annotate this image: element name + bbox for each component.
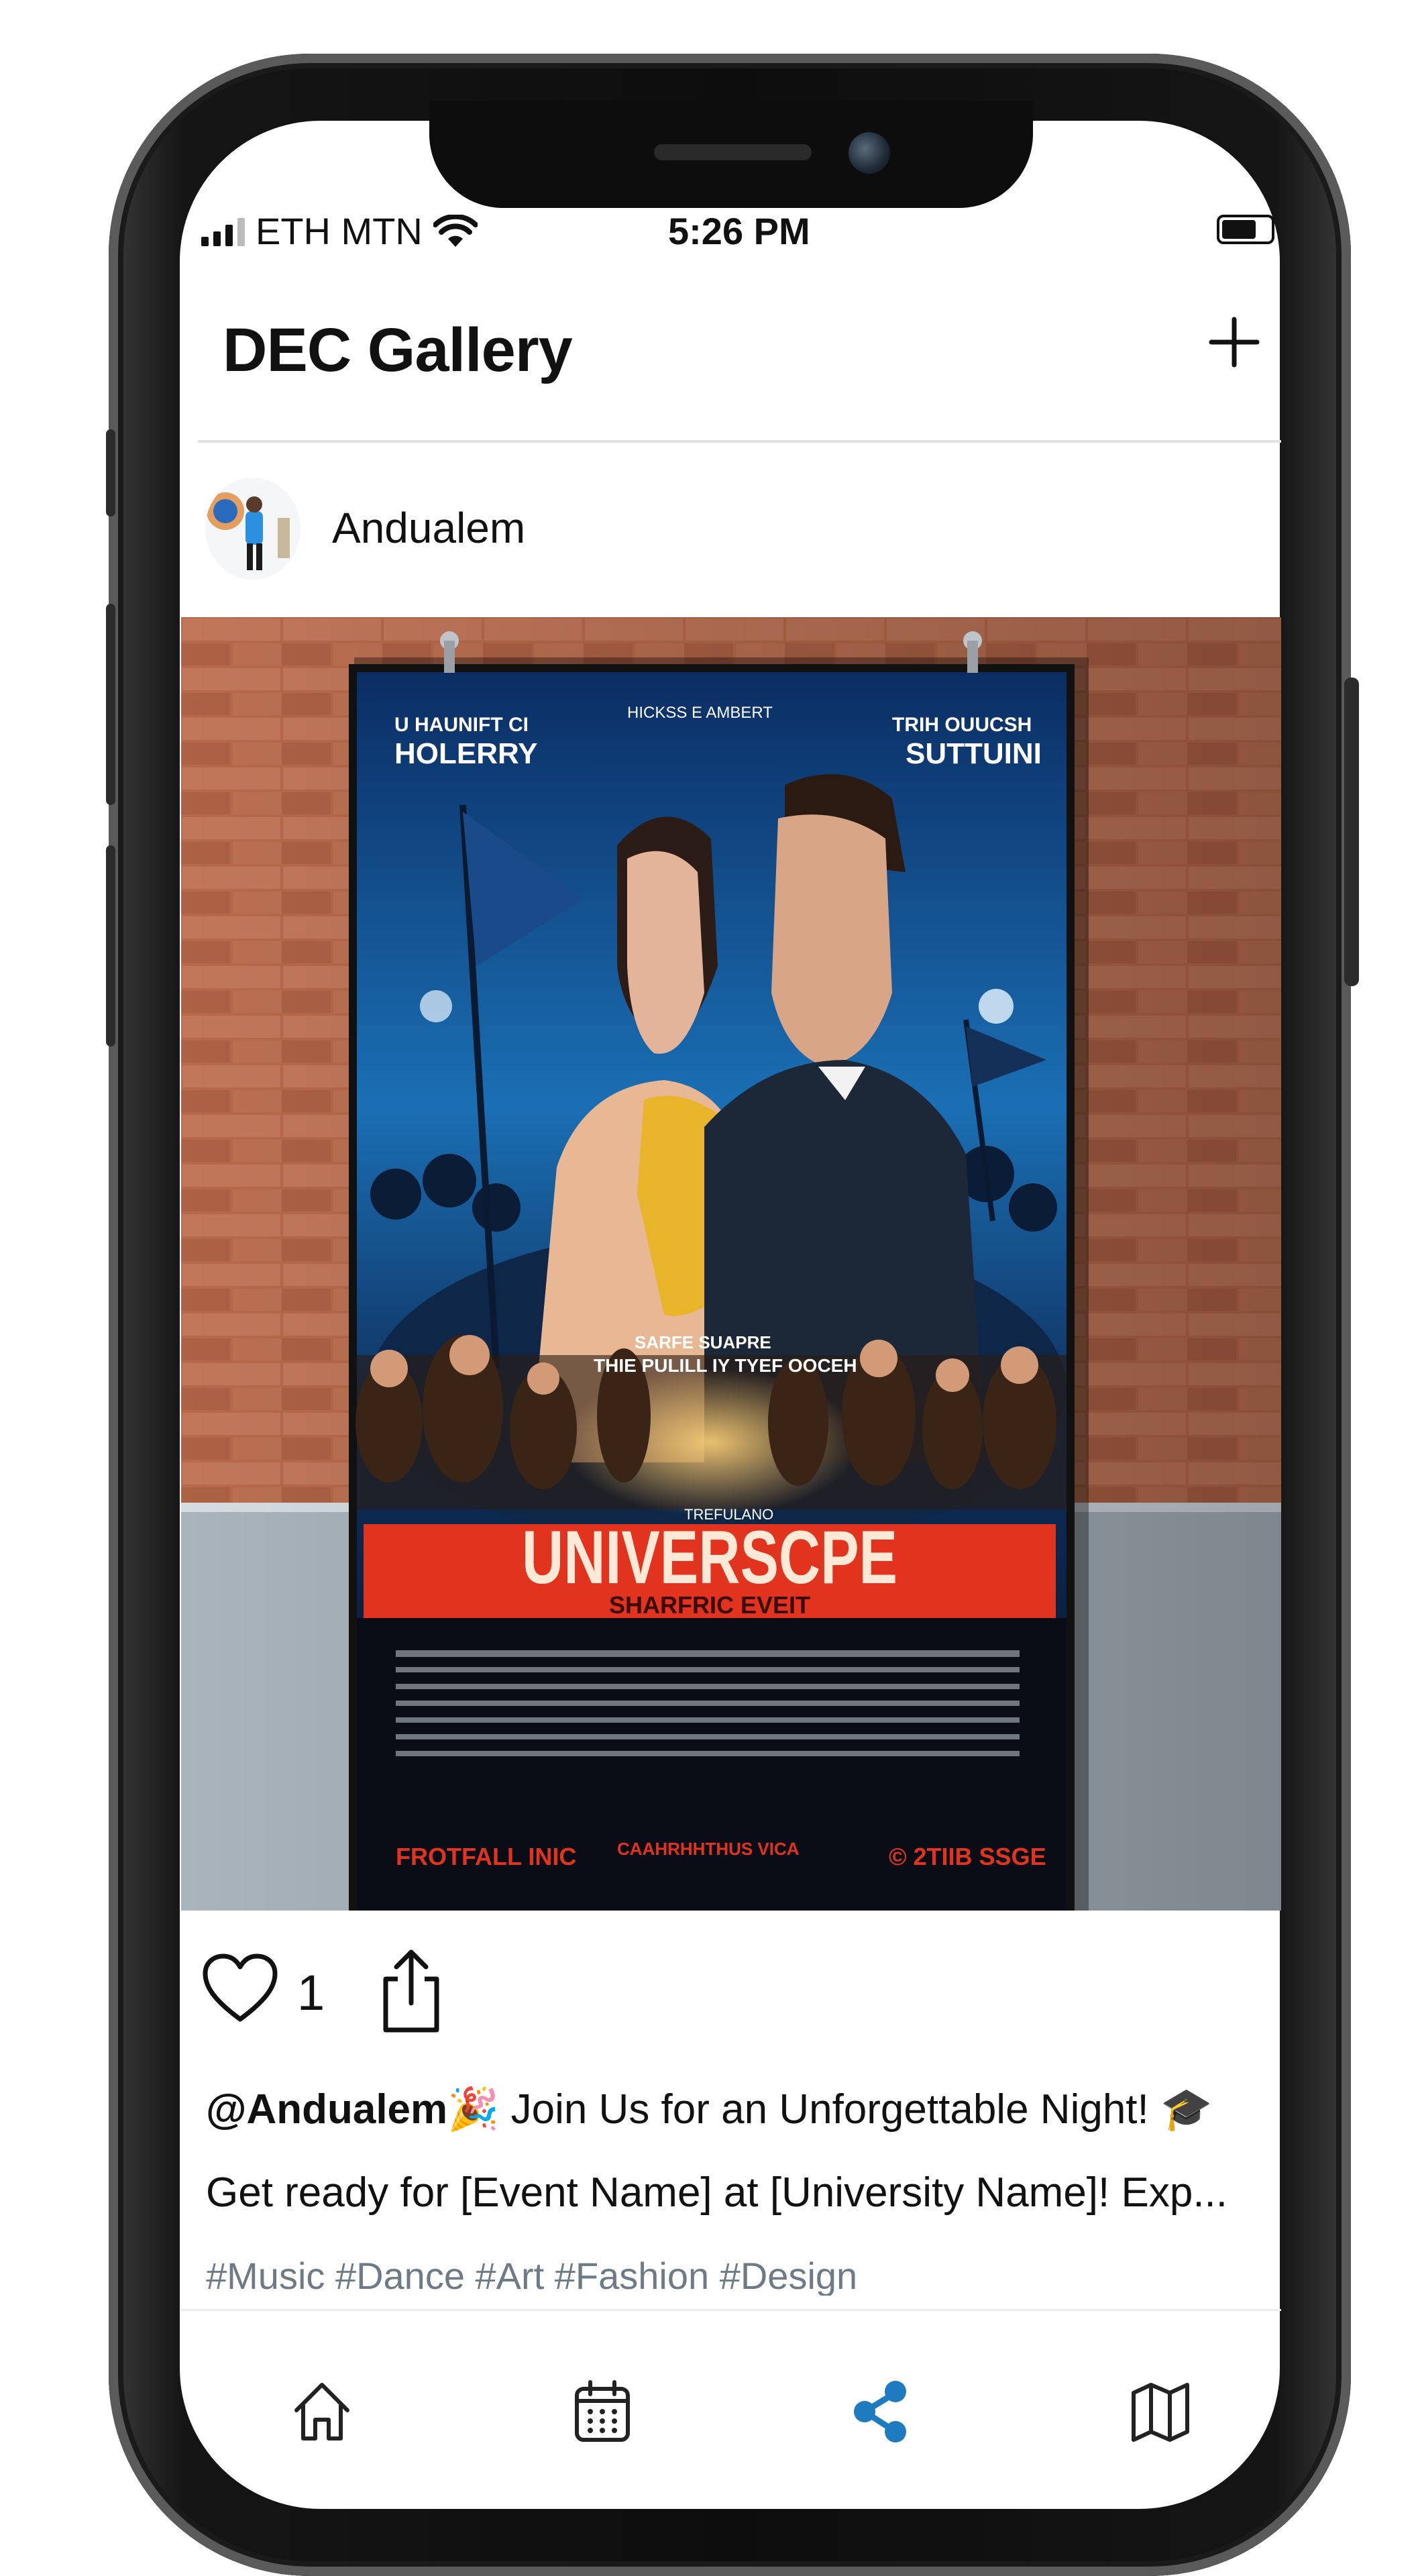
post-hashtags[interactable]: #Music #Dance #Art #Fashion #Design xyxy=(206,2254,1279,2296)
poster-footer-left: FROTFALL INIC xyxy=(396,1843,576,1870)
poster-text-mid-1: SARFE SUAPRE xyxy=(635,1332,771,1352)
signal-icon xyxy=(201,217,245,246)
poster-text-top-right-1: TRIH OUUCSH xyxy=(892,714,1032,736)
share-icon[interactable] xyxy=(847,2378,914,2445)
poster-text-top-center: HICKSS E AMBERT xyxy=(627,704,773,722)
page-title: DEC Gallery xyxy=(223,316,573,384)
header-divider xyxy=(198,440,1281,443)
calendar-icon[interactable] xyxy=(569,2378,636,2445)
post-description[interactable]: Get ready for [Event Name] at [Universit… xyxy=(206,2169,1272,2216)
poster-text-top-right-2: SUTTUINI xyxy=(906,737,1042,770)
volume-up-button xyxy=(106,604,115,805)
poster-footer-center: CAAHRHHTHUS VICA xyxy=(617,1839,800,1859)
post-caption: @Andualem🎉 Join Us for an Unforgettable … xyxy=(206,2085,1279,2134)
heart-icon[interactable] xyxy=(201,1952,279,2026)
wifi-icon xyxy=(433,214,478,247)
post-image[interactable]: U HAUNIFT CI HOLERRY HICKSS E AMBERT TRI… xyxy=(181,617,1281,1911)
app-header: DEC Gallery xyxy=(201,295,1274,409)
battery-icon xyxy=(1217,215,1274,244)
poster-banner-subtitle: SHARFRIC EVEIT xyxy=(609,1591,810,1619)
home-icon[interactable] xyxy=(288,2378,356,2445)
speaker xyxy=(654,144,812,160)
front-camera xyxy=(849,132,890,174)
power-button xyxy=(1344,678,1359,986)
plus-icon[interactable] xyxy=(1207,315,1261,369)
caption-handle[interactable]: @Andualem xyxy=(206,2086,447,2133)
tabbar-divider xyxy=(181,2309,1281,2311)
like-count: 1 xyxy=(297,1965,325,2021)
post-author-row[interactable]: Andualem xyxy=(201,476,1274,590)
caption-text: 🎉 Join Us for an Unforgettable Night! 🎓 xyxy=(447,2086,1213,2133)
poster-text-top-left-2: HOLERRY xyxy=(394,737,538,770)
volume-down-button xyxy=(106,845,115,1046)
map-icon[interactable] xyxy=(1127,2378,1194,2445)
carrier-group: ETH MTN xyxy=(201,209,478,253)
status-bar: ETH MTN 5:26 PM xyxy=(201,201,1274,255)
mute-switch xyxy=(106,429,115,517)
poster-text-top-left-1: U HAUNIFT CI xyxy=(394,714,529,736)
avatar[interactable] xyxy=(205,478,301,580)
status-time: 5:26 PM xyxy=(668,210,810,252)
share-upload-icon[interactable] xyxy=(378,1947,445,2034)
poster-footer-right: © 2TIIB SSGE xyxy=(889,1843,1046,1870)
poster-banner-title: UNIVERSCPE xyxy=(522,1515,897,1599)
carrier-name: ETH MTN xyxy=(256,210,423,252)
post-actions: 1 xyxy=(201,1939,1274,2039)
poster-text-mid-2: THIE PULILL IY TYEF OOCEH xyxy=(594,1355,857,1376)
author-name[interactable]: Andualem xyxy=(332,503,525,553)
